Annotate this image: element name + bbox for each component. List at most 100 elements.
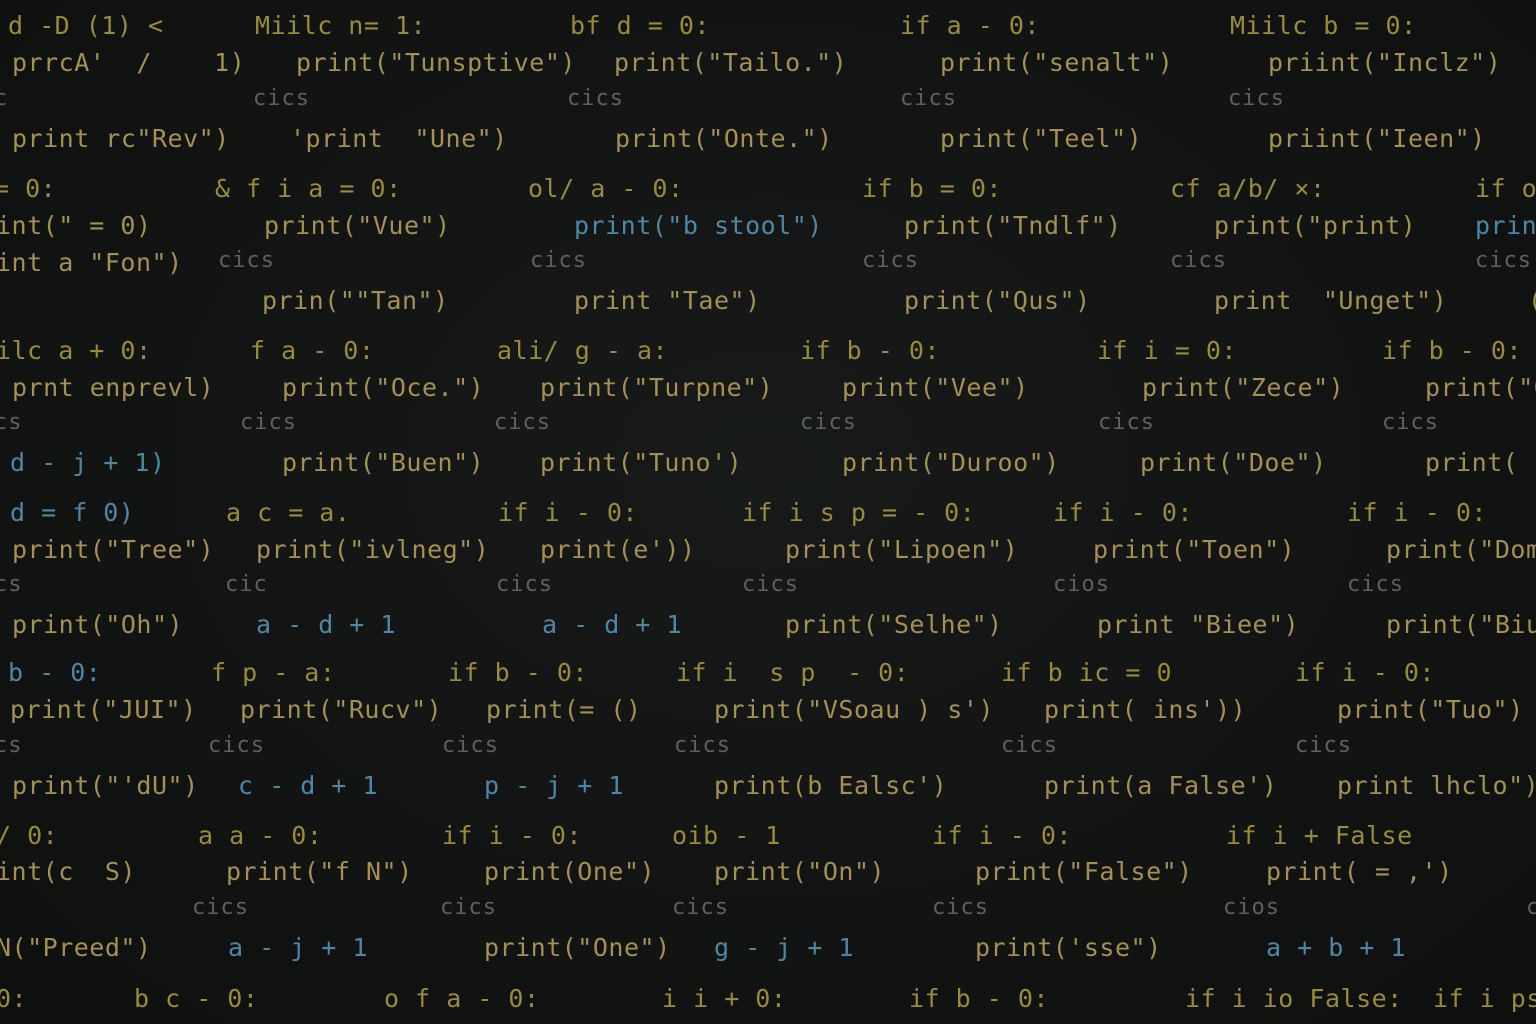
code-snippet: if i + False xyxy=(1226,820,1413,850)
code-snippet: if i ps xyxy=(1433,983,1536,1013)
code-snippet: prnt enprevl) xyxy=(12,372,215,402)
code-snippet: cics xyxy=(530,247,587,273)
code-snippet: print("Lipoen") xyxy=(785,534,1019,564)
code-snippet: a + b + 1 xyxy=(1266,932,1406,962)
code-snippet: cics xyxy=(1098,409,1155,435)
code-snippet: cics xyxy=(192,894,249,920)
code-snippet: cics xyxy=(900,85,957,111)
code-snippet: cics xyxy=(1475,247,1532,273)
code-snippet: d = f 0) xyxy=(10,497,135,527)
code-snippet: cics xyxy=(218,247,275,273)
code-snippet: if i - 0: xyxy=(1347,497,1487,527)
code-snippet: cics xyxy=(253,85,310,111)
code-snippet: print("Tree") xyxy=(12,534,215,564)
code-snippet: cics xyxy=(1295,732,1352,758)
code-snippet: d -D (1) < xyxy=(8,10,164,40)
code-snippet: print("'dU") xyxy=(12,770,199,800)
code-snippet: print("Teel") xyxy=(940,123,1143,153)
code-snippet: g - j + 1 xyxy=(714,932,854,962)
code-snippet: cics xyxy=(672,894,729,920)
code-snippet: cics xyxy=(208,732,265,758)
code-snippet: a c = a. xyxy=(226,497,351,527)
code-snippet: print("Onte.") xyxy=(615,123,833,153)
code-snippet: cs xyxy=(0,732,23,758)
code-snippet: d - j + 1) xyxy=(10,447,166,477)
code-snippet: print("Vee") xyxy=(842,372,1029,402)
code-snippet: print("Turpne") xyxy=(540,372,774,402)
code-snippet: cios xyxy=(1223,894,1280,920)
code-snippet: Miilc b = 0: xyxy=(1230,10,1417,40)
code-snippet: cics xyxy=(567,85,624,111)
code-snippet: print("Zece") xyxy=(1142,372,1345,402)
code-snippet: int a "Fon") xyxy=(0,247,183,277)
code-snippet: cic xyxy=(225,571,268,597)
code-snippet: cics xyxy=(496,571,553,597)
code-snippet: print("Tuno') xyxy=(540,447,743,477)
code-snippet: cios xyxy=(1053,571,1110,597)
code-snippet: print("Tunsptive") xyxy=(296,47,576,77)
code-snippet: print(= () xyxy=(486,694,642,724)
code-snippet: bf d = 0: xyxy=(570,10,710,40)
code-snippet: 0: xyxy=(0,983,28,1013)
code-snippet: print lhclo") xyxy=(1337,770,1536,800)
code-snippet: print(One") xyxy=(484,856,656,886)
code-snippet: oib - 1 xyxy=(672,820,781,850)
code-snippet: if b ic = 0 xyxy=(1001,657,1173,687)
code-snippet: print("senalt") xyxy=(940,47,1174,77)
code-snippet: print( ins')) xyxy=(1044,694,1247,724)
code-snippet: print( xyxy=(1425,447,1519,477)
code-snippet: print("Selhe") xyxy=(785,609,1003,639)
code-background: d -D (1) < Miilc n= 1: bf d = 0: if a - 0: M… xyxy=(0,0,1536,1024)
code-snippet: priint("Ieen") xyxy=(1268,123,1486,153)
code-snippet: print("Dom xyxy=(1386,534,1536,564)
code-snippet: int(c S) xyxy=(0,856,136,886)
code-snippet: if b - 0: xyxy=(448,657,588,687)
code-snippet: print rc"Rev") xyxy=(12,123,230,153)
code-snippet: prin(""Tan") xyxy=(262,285,449,315)
code-snippet: if i = 0: xyxy=(1097,335,1237,365)
code-snippet: cics xyxy=(240,409,297,435)
code-snippet: print("f N") xyxy=(226,856,413,886)
code-snippet: ol/ a - 0: xyxy=(528,173,684,203)
code-snippet: if a - 0: xyxy=(900,10,1040,40)
code-snippet: if i - 0: xyxy=(442,820,582,850)
code-snippet: print("Toen") xyxy=(1093,534,1296,564)
code-snippet: c xyxy=(0,85,9,111)
code-snippet: cs xyxy=(0,571,23,597)
code-snippet: c xyxy=(1526,894,1536,920)
code-snippet: = 0: xyxy=(0,173,57,203)
code-snippet: if i - 0: xyxy=(1053,497,1193,527)
code-snippet: ( xyxy=(1528,288,1536,313)
code-snippet: & f i a = 0: xyxy=(215,173,402,203)
code-snippet: if i - 0: xyxy=(498,497,638,527)
code-snippet: print("JUI") xyxy=(10,694,197,724)
code-snippet: cics xyxy=(742,571,799,597)
code-snippet: print("Tndlf") xyxy=(904,210,1122,240)
code-snippet: cics xyxy=(1170,247,1227,273)
code-snippet: print("False") xyxy=(975,856,1193,886)
code-snippet: int(" = 0) xyxy=(0,210,152,240)
code-snippet: cics xyxy=(1001,732,1058,758)
code-snippet: f p - a: xyxy=(211,657,336,687)
code-snippet: print("b stool") xyxy=(574,210,823,240)
code-snippet: print("Biu xyxy=(1386,609,1536,639)
code-snippet: cics xyxy=(932,894,989,920)
code-snippet: b - 0: xyxy=(8,657,102,687)
code-snippet: o f a - 0: xyxy=(384,983,540,1013)
code-snippet: cf a/b/ ×: xyxy=(1170,173,1326,203)
code-snippet: if o xyxy=(1475,173,1536,203)
code-snippet: cics xyxy=(862,247,919,273)
code-snippet: Miilc n= 1: xyxy=(255,10,427,40)
code-snippet: if i - 0: xyxy=(932,820,1072,850)
code-snippet: cics xyxy=(1382,409,1439,435)
code-snippet: if b = 0: xyxy=(862,173,1002,203)
code-snippet: if b - 0: xyxy=(800,335,940,365)
code-snippet: 'print "Une") xyxy=(290,123,508,153)
code-snippet: a - d + 1 xyxy=(542,609,682,639)
code-snippet: print("Oce.") xyxy=(282,372,485,402)
code-snippet: a a - 0: xyxy=(198,820,323,850)
code-snippet: print(a False') xyxy=(1044,770,1278,800)
code-snippet: print("Qus") xyxy=(904,285,1091,315)
code-snippet: N("Preed") xyxy=(0,932,152,962)
code-snippet: a - j + 1 xyxy=(228,932,368,962)
